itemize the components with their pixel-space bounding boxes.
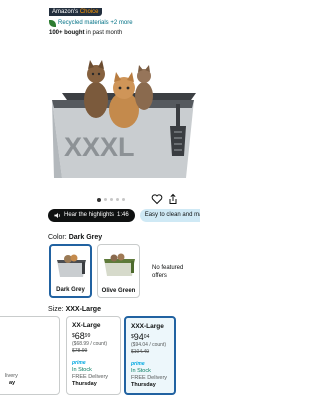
bought-count: 100+ bought in past month — [49, 28, 250, 38]
unit-price: ($68.99 / count) — [72, 341, 108, 347]
delivery-day: Thursday — [131, 382, 156, 388]
hear-duration: 1:46 — [117, 212, 129, 218]
product-image[interactable]: XXXL — [44, 38, 206, 188]
image-carousel-dots[interactable] — [97, 197, 125, 202]
price-whole: 68 — [74, 331, 85, 341]
cat-middle — [109, 72, 139, 128]
amazons-choice-badge[interactable]: Amazon's Choice — [49, 8, 102, 16]
list-price: $78.99 — [72, 348, 88, 354]
list-price: $104.49 — [131, 349, 150, 355]
bought-bold: 100+ bought — [49, 30, 85, 36]
size-card-name: XX-Large — [72, 322, 101, 329]
delivery-day: Thursday — [72, 381, 97, 387]
hear-highlights-button[interactable]: Hear the highlights 1:46 — [48, 209, 135, 222]
color-label: Color: — [48, 234, 67, 241]
carousel-dot[interactable] — [122, 198, 125, 201]
swatch-image-dark-grey — [57, 254, 86, 277]
unit-price: ($94.04 / count) — [131, 342, 167, 348]
recycled-materials-link[interactable]: Recycled materials +2 more — [49, 18, 250, 28]
carousel-dot[interactable] — [110, 198, 113, 201]
leaf-icon — [49, 19, 56, 27]
swatch-olive-green[interactable]: Olive Green — [97, 244, 140, 298]
box-lettering: XXXL — [64, 132, 135, 162]
cat-left — [84, 60, 108, 118]
delivery-text: FREE Delivery — [131, 375, 168, 381]
stock-status: In Stock — [72, 367, 92, 373]
no-featured-offers: No featured offers — [152, 265, 184, 279]
swatch-label: Olive Green — [101, 288, 136, 294]
partial-delivery-text: livery — [5, 373, 18, 379]
bought-rest: in past month — [84, 30, 123, 36]
size-label: Size: — [48, 306, 64, 313]
carousel-dot[interactable] — [104, 198, 107, 201]
size-card-price: $9404 — [131, 332, 174, 342]
price-fraction: 04 — [143, 334, 150, 340]
heart-icon[interactable] — [151, 193, 163, 205]
color-value: Dark Grey — [68, 234, 103, 241]
stock-status: In Stock — [131, 368, 151, 374]
easy-to-clean-chip[interactable]: Easy to clean and ma — [139, 209, 200, 222]
price-whole: 94 — [133, 332, 144, 342]
size-card-xx-large[interactable]: XX-Large $6899 ($68.99 / count) $78.99 p… — [66, 316, 121, 395]
size-card-partial[interactable]: livery ay — [0, 316, 60, 395]
speaker-icon — [54, 212, 60, 219]
swatch-label: Dark Grey — [56, 287, 85, 293]
size-card-price: $6899 — [72, 331, 120, 341]
size-card-name: XXX-Large — [131, 323, 164, 330]
delivery-text: FREE Delivery — [72, 374, 109, 380]
swatch-image-olive-green — [104, 253, 135, 276]
recycled-text: Recycled materials +2 more — [58, 20, 133, 26]
prime-icon: prime — [72, 360, 86, 366]
highlights-row: Hear the highlights 1:46 Easy to clean a… — [48, 209, 200, 222]
share-icon[interactable] — [167, 193, 179, 205]
size-selector-label: Size: XXX-Large — [48, 306, 101, 313]
cat-right — [135, 65, 153, 110]
swatch-dark-grey[interactable]: Dark Grey — [49, 244, 92, 298]
carousel-dot[interactable] — [97, 197, 101, 202]
size-value: XXX-Large — [65, 306, 101, 313]
size-card-xxx-large[interactable]: XXX-Large $9404 ($94.04 / count) $104.49… — [124, 316, 176, 395]
product-header: Amazon's Choice Recycled materials +2 mo… — [0, 0, 250, 36]
partial-day-text: ay — [9, 380, 16, 386]
carousel-dot[interactable] — [116, 198, 119, 201]
badge-text: Amazon's — [52, 9, 79, 15]
badge-suffix: Choice — [79, 9, 99, 15]
price-fraction: 99 — [84, 333, 91, 339]
hear-label: Hear the highlights — [64, 212, 115, 218]
prime-icon: prime — [131, 361, 145, 367]
color-selector-label: Color: Dark Grey — [48, 234, 102, 241]
